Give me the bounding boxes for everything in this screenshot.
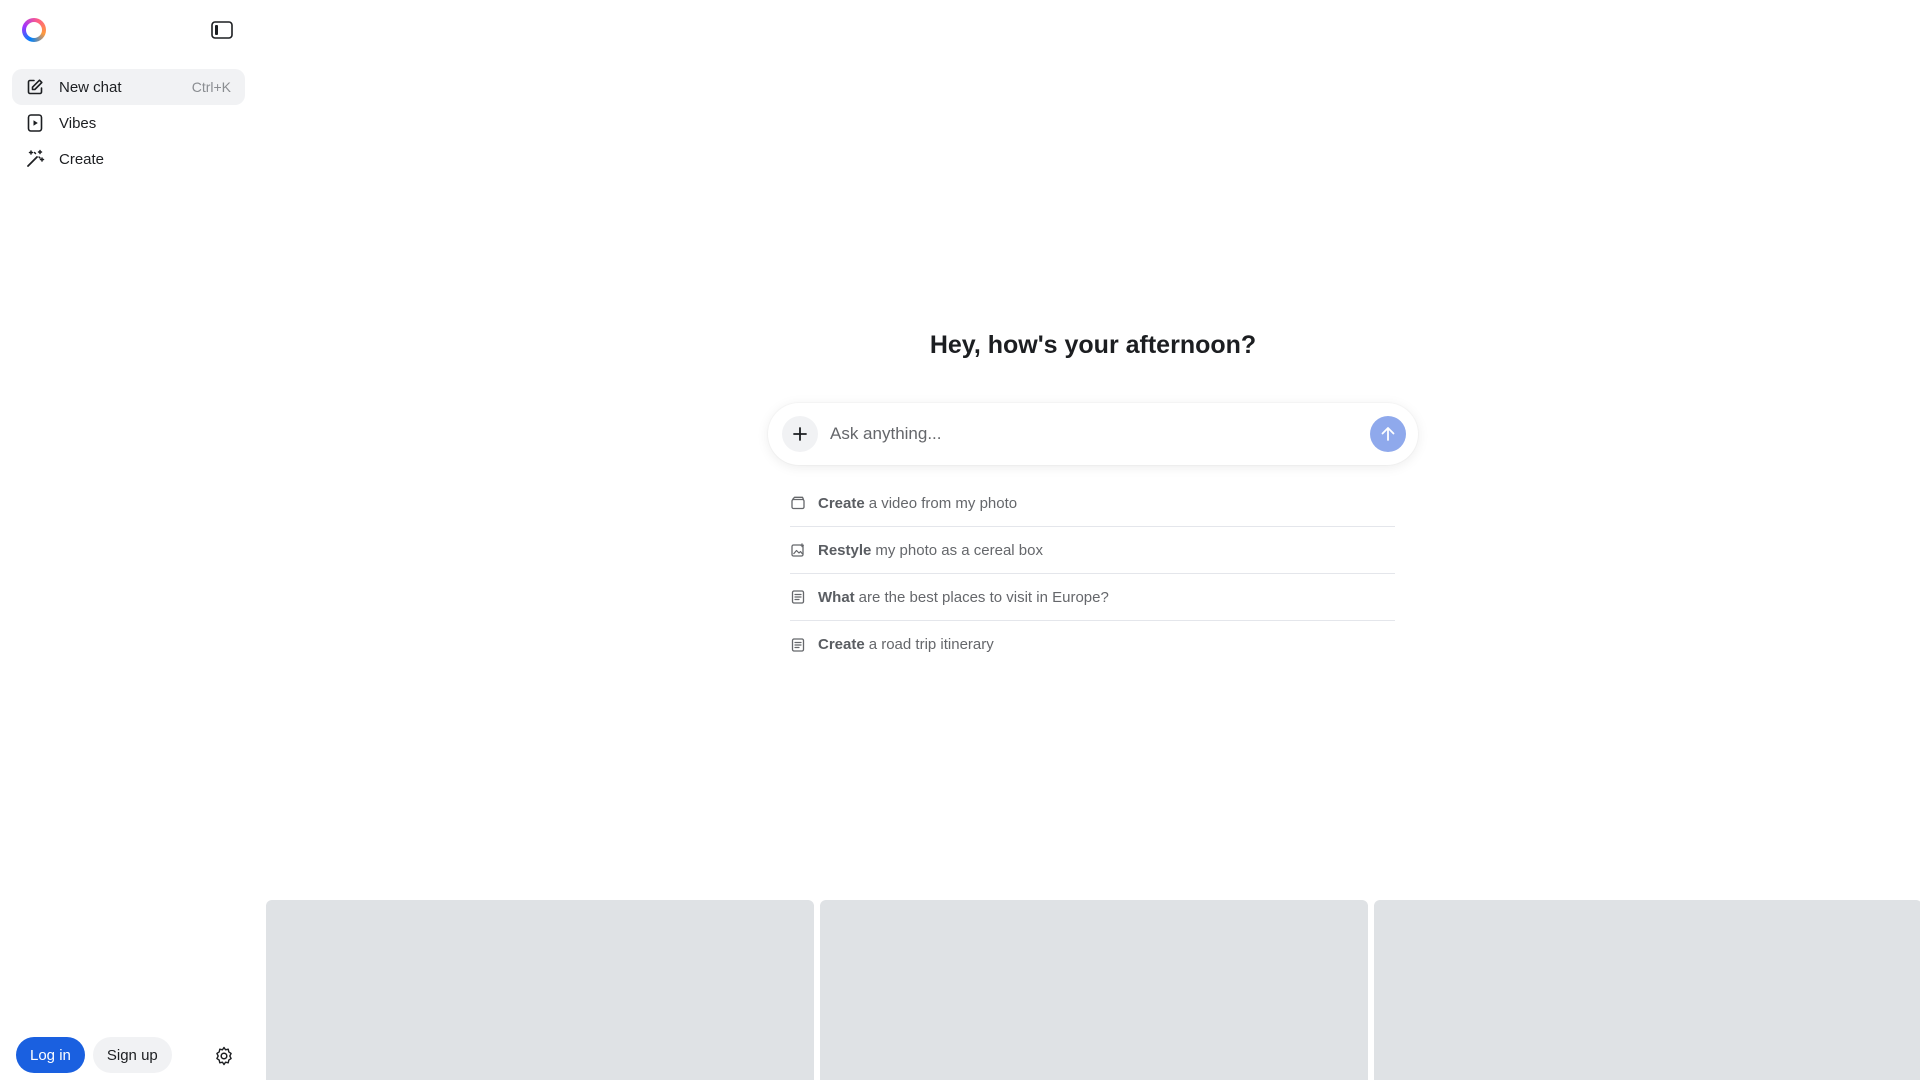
suggestion-bold: What bbox=[818, 588, 855, 606]
suggestion-item[interactable]: What are the best places to visit in Eur… bbox=[790, 574, 1395, 621]
video-clip-icon bbox=[790, 495, 806, 511]
app-root: New chat Ctrl+K Vibes Create Log in Sign… bbox=[0, 0, 1920, 1080]
suggestion-item[interactable]: Create a road trip itinerary bbox=[790, 621, 1395, 668]
prompt-input[interactable] bbox=[830, 424, 1370, 444]
sparkle-wand-icon bbox=[25, 149, 45, 169]
sidebar-item-new-chat[interactable]: New chat Ctrl+K bbox=[12, 69, 245, 105]
composer bbox=[768, 403, 1418, 465]
content-card[interactable] bbox=[820, 900, 1368, 1080]
send-button[interactable] bbox=[1370, 416, 1406, 452]
edit-icon bbox=[25, 77, 45, 97]
shortcut-hint: Ctrl+K bbox=[191, 79, 231, 95]
sidebar: New chat Ctrl+K Vibes Create Log in Sign… bbox=[0, 0, 266, 1080]
sidebar-toggle-icon bbox=[211, 21, 233, 39]
suggestion-bold: Create bbox=[818, 494, 865, 512]
sidebar-item-label: Vibes bbox=[59, 114, 97, 132]
sidebar-footer: Log in Sign up bbox=[16, 1037, 238, 1073]
document-icon bbox=[790, 589, 806, 605]
content-card[interactable] bbox=[1374, 900, 1920, 1080]
meta-ai-logo[interactable] bbox=[22, 18, 46, 42]
sidebar-item-label: Create bbox=[59, 150, 105, 168]
settings-button[interactable] bbox=[212, 1044, 236, 1068]
greeting-heading: Hey, how's your afternoon? bbox=[929, 331, 1257, 359]
sidebar-nav: New chat Ctrl+K Vibes Create bbox=[12, 69, 245, 177]
document-icon bbox=[790, 637, 806, 653]
suggestion-text: my photo as a cereal box bbox=[875, 541, 1043, 559]
arrow-up-icon bbox=[1381, 427, 1395, 441]
signup-button[interactable]: Sign up bbox=[92, 1037, 172, 1073]
sidebar-toggle-button[interactable] bbox=[210, 19, 234, 41]
suggestion-text: are the best places to visit in Europe? bbox=[858, 588, 1109, 606]
suggestion-bold: Restyle bbox=[818, 541, 872, 559]
login-button[interactable]: Log in bbox=[16, 1037, 85, 1073]
gear-icon bbox=[216, 1046, 232, 1066]
suggestions-list: Create a video from my photo Restyle my … bbox=[790, 480, 1395, 668]
suggestion-item[interactable]: Create a video from my photo bbox=[790, 480, 1395, 527]
content-cards bbox=[266, 900, 1920, 1080]
main-content: Hey, how's your afternoon? Ask anything.… bbox=[266, 0, 1920, 1080]
sidebar-item-label: New chat bbox=[59, 78, 122, 96]
suggestion-text: a video from my photo bbox=[868, 494, 1018, 512]
plus-icon bbox=[793, 427, 807, 441]
sidebar-item-vibes[interactable]: Vibes bbox=[12, 105, 245, 141]
suggestion-bold: Create bbox=[818, 636, 865, 653]
sidebar-item-create[interactable]: Create bbox=[12, 141, 245, 177]
content-card[interactable] bbox=[266, 900, 814, 1080]
suggestion-text: a road trip itinerary bbox=[868, 636, 994, 653]
video-icon bbox=[25, 113, 45, 133]
suggestion-item[interactable]: Restyle my photo as a cereal box bbox=[790, 527, 1395, 574]
image-edit-icon bbox=[790, 542, 806, 558]
add-attachment-button[interactable] bbox=[782, 416, 818, 452]
